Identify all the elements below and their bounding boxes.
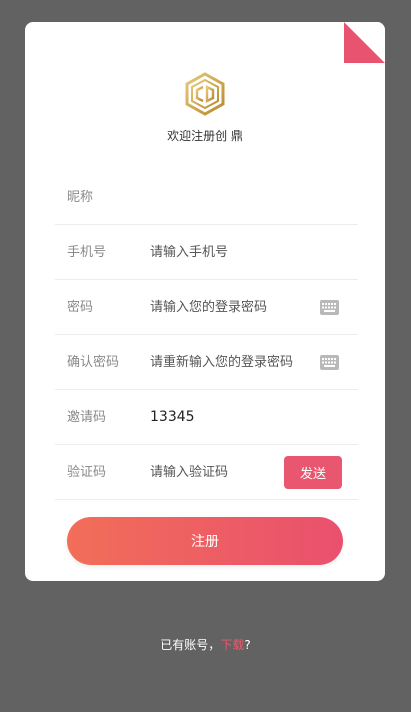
register-button[interactable]: 注册 bbox=[67, 517, 343, 565]
phone-row[interactable]: 手机号 请输入手机号 bbox=[55, 225, 358, 280]
invite-code-label: 邀请码 bbox=[67, 410, 107, 425]
invite-code-row[interactable]: 邀请码 13345 bbox=[55, 390, 358, 445]
invite-code-input[interactable]: 13345 bbox=[150, 390, 195, 445]
confirm-password-row[interactable]: 确认密码 请重新输入您的登录密码 bbox=[55, 335, 358, 390]
phone-label: 手机号 bbox=[67, 245, 107, 260]
corner-fold-decoration bbox=[344, 22, 385, 63]
welcome-title: 欢迎注册创 鼎 bbox=[167, 129, 243, 143]
verify-code-label: 验证码 bbox=[67, 465, 107, 480]
footer-suffix: ? bbox=[244, 638, 251, 652]
nickname-row[interactable]: 昵称 bbox=[55, 170, 358, 225]
send-code-button[interactable]: 发送 bbox=[284, 456, 342, 489]
footer-login-prompt: 已有账号，下载? bbox=[0, 636, 411, 653]
verify-code-input[interactable]: 请输入验证码 bbox=[150, 445, 228, 500]
verify-code-row[interactable]: 验证码 请输入验证码 发送 bbox=[55, 445, 358, 500]
hexagon-logo-icon bbox=[185, 72, 225, 116]
keyboard-icon[interactable] bbox=[320, 355, 339, 370]
password-label: 密码 bbox=[67, 300, 94, 315]
phone-input[interactable]: 请输入手机号 bbox=[150, 225, 228, 280]
footer-prefix: 已有账号， bbox=[160, 638, 221, 652]
register-card: 欢迎注册创 鼎 昵称 手机号 请输入手机号 密码 请输入您的登录密码 确认密码 … bbox=[25, 22, 385, 581]
download-link[interactable]: 下载 bbox=[220, 638, 244, 652]
nickname-label: 昵称 bbox=[67, 190, 94, 205]
keyboard-icon[interactable] bbox=[320, 300, 339, 315]
confirm-password-input[interactable]: 请重新输入您的登录密码 bbox=[150, 335, 293, 390]
password-row[interactable]: 密码 请输入您的登录密码 bbox=[55, 280, 358, 335]
password-input[interactable]: 请输入您的登录密码 bbox=[150, 280, 267, 335]
confirm-password-label: 确认密码 bbox=[67, 355, 120, 370]
